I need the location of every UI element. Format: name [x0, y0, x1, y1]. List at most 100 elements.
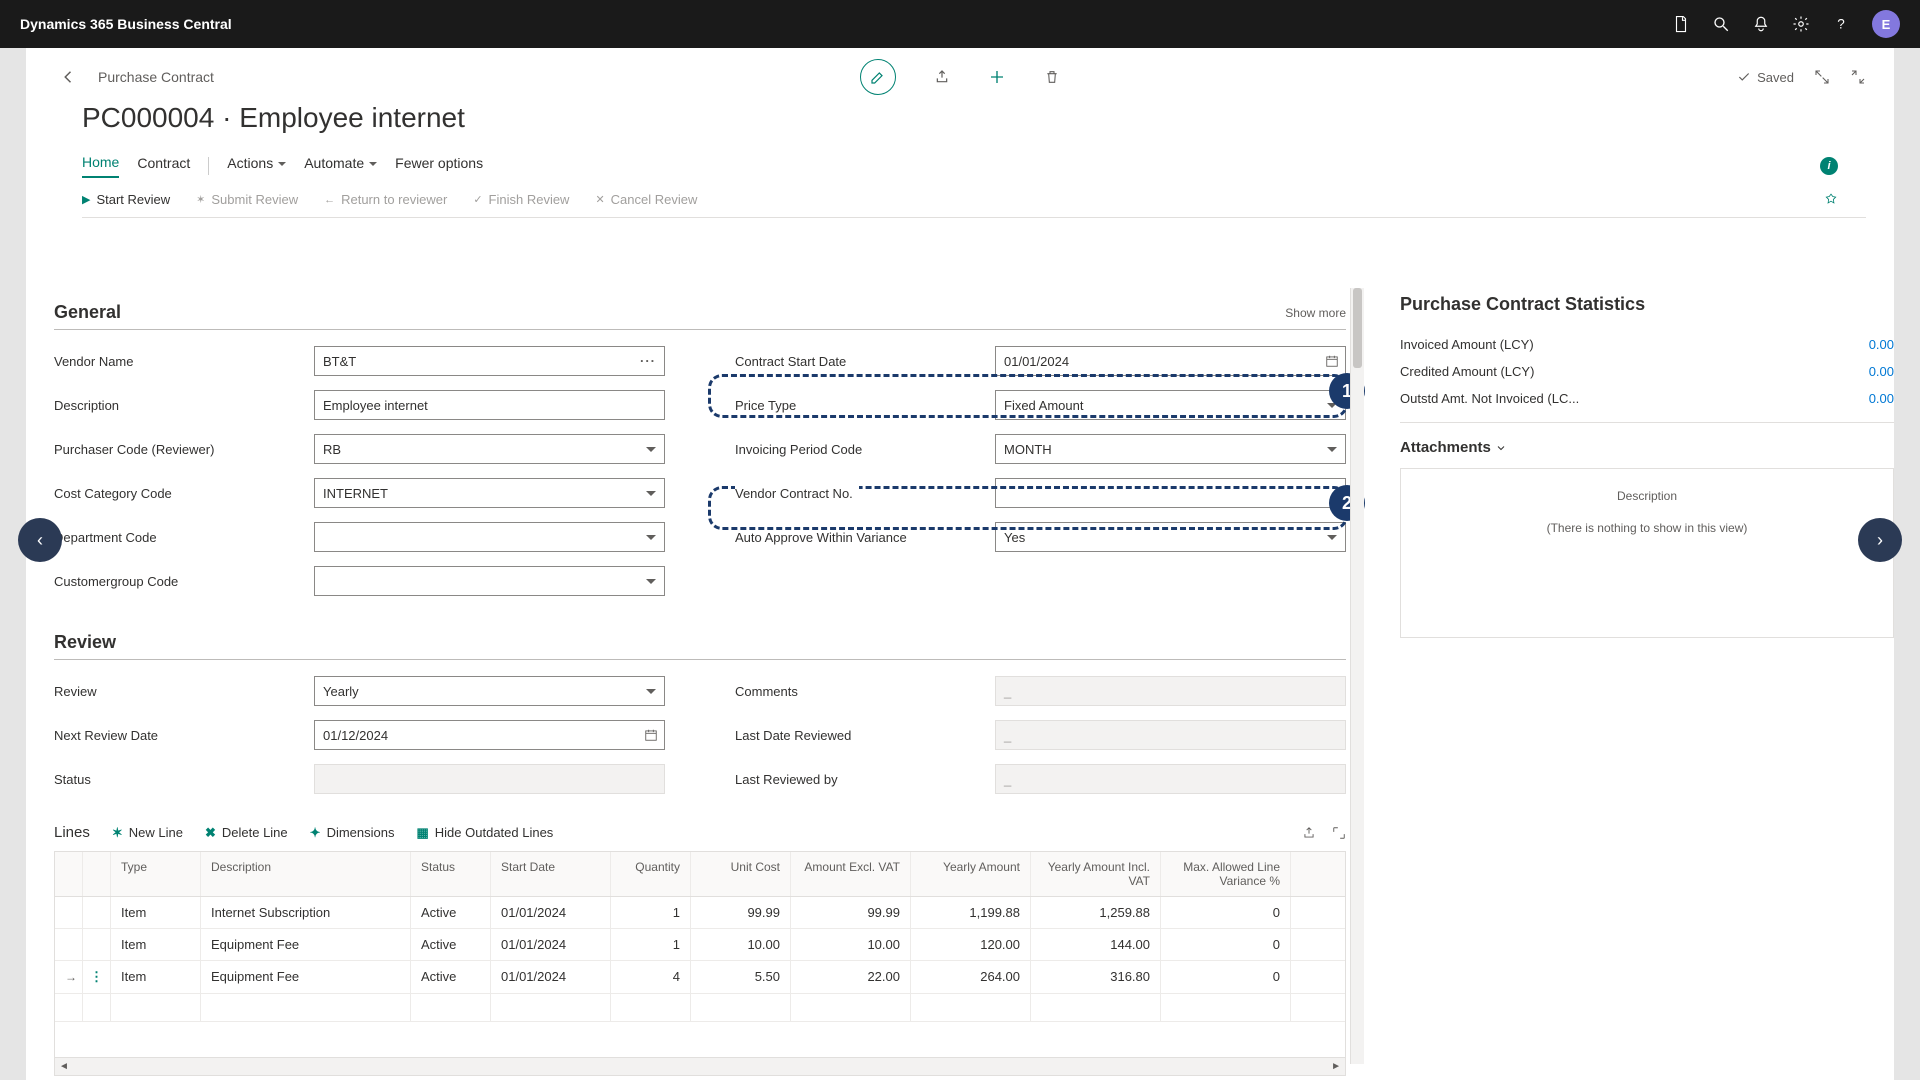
comments-label: Comments [735, 684, 804, 699]
product-name: Dynamics 365 Business Central [20, 16, 232, 32]
section-review-title: Review [54, 632, 116, 653]
edit-button[interactable] [860, 59, 896, 95]
tab-automate[interactable]: Automate [304, 155, 377, 177]
hide-outdated-button[interactable]: ▦Hide Outdated Lines [416, 825, 553, 841]
saved-indicator: Saved [1737, 70, 1794, 85]
contract-start-date-label: Contract Start Date [735, 354, 852, 369]
invoiced-amount-label: Invoiced Amount (LCY) [1400, 337, 1534, 352]
new-line-button[interactable]: ✶New Line [112, 825, 183, 841]
col-yearly-amount[interactable]: Yearly Amount [911, 852, 1031, 896]
tab-contract[interactable]: Contract [137, 155, 190, 177]
invoicing-period-select[interactable]: MONTH [995, 434, 1346, 464]
vendor-name-label: Vendor Name [54, 354, 140, 369]
show-more-link[interactable]: Show more [1285, 306, 1346, 320]
attachments-title[interactable]: Attachments [1400, 439, 1894, 456]
col-type[interactable]: Type [111, 852, 201, 896]
cancel-review-button: ✕Cancel Review [595, 192, 697, 207]
col-description[interactable]: Description [201, 852, 411, 896]
auto-approve-label: Auto Approve Within Variance [735, 530, 913, 545]
doc-icon[interactable] [1672, 15, 1690, 33]
review-frequency-label: Review [54, 684, 103, 699]
section-lines-title: Lines [54, 824, 90, 841]
status-field [314, 764, 665, 794]
vendor-name-input[interactable]: BT&T··· [314, 346, 665, 376]
lines-expand-icon[interactable] [1332, 826, 1346, 840]
customergroup-code-label: Customergroup Code [54, 574, 184, 589]
customergroup-code-select[interactable] [314, 566, 665, 596]
last-date-reviewed-field: _ [995, 720, 1346, 750]
pin-icon[interactable] [1824, 193, 1838, 207]
finish-review-button: ✓Finish Review [473, 192, 569, 207]
price-type-select[interactable]: Fixed Amount [995, 390, 1346, 420]
avatar[interactable]: E [1872, 10, 1900, 38]
vertical-scrollbar[interactable] [1350, 288, 1364, 1064]
attachments-empty: (There is nothing to show in this view) [1415, 521, 1879, 535]
return-reviewer-button: ←Return to reviewer [324, 192, 447, 207]
last-reviewed-by-field: _ [995, 764, 1346, 794]
lines-share-icon[interactable] [1302, 826, 1316, 840]
outstd-amount-value[interactable]: 0.00 [1869, 391, 1894, 406]
tab-actions[interactable]: Actions [227, 155, 286, 177]
back-button[interactable] [52, 60, 86, 94]
description-label: Description [54, 398, 125, 413]
col-amount-excl-vat[interactable]: Amount Excl. VAT [791, 852, 911, 896]
last-date-reviewed-label: Last Date Reviewed [735, 728, 857, 743]
delete-button[interactable] [1044, 69, 1060, 85]
next-review-date-label: Next Review Date [54, 728, 164, 743]
credited-amount-value[interactable]: 0.00 [1869, 364, 1894, 379]
col-yearly-incl-vat[interactable]: Yearly Amount Incl. VAT [1031, 852, 1161, 896]
purchaser-code-label: Purchaser Code (Reviewer) [54, 442, 220, 457]
purchaser-code-select[interactable]: RB [314, 434, 665, 464]
tab-home[interactable]: Home [82, 154, 119, 178]
last-reviewed-by-label: Last Reviewed by [735, 772, 844, 787]
gear-icon[interactable] [1792, 15, 1810, 33]
next-review-date-input[interactable]: 01/12/2024 [314, 720, 665, 750]
price-type-label: Price Type [735, 398, 802, 413]
table-row[interactable]: ItemEquipment FeeActive01/01/2024110.001… [55, 929, 1345, 961]
grid-horizontal-scrollbar[interactable]: ◄► [55, 1057, 1345, 1075]
row-menu-icon[interactable]: ⋮ [90, 969, 103, 985]
info-badge[interactable]: i [1820, 157, 1838, 175]
collapse-icon[interactable] [1850, 69, 1866, 85]
cost-category-label: Cost Category Code [54, 486, 178, 501]
col-max-variance[interactable]: Max. Allowed Line Variance % [1161, 852, 1291, 896]
share-button[interactable] [934, 69, 950, 85]
search-icon[interactable] [1712, 15, 1730, 33]
vendor-contract-no-label: Vendor Contract No. [735, 486, 859, 501]
table-row[interactable]: ItemInternet SubscriptionActive01/01/202… [55, 897, 1345, 929]
stats-title: Purchase Contract Statistics [1400, 294, 1894, 315]
credited-amount-label: Credited Amount (LCY) [1400, 364, 1534, 379]
section-general-title: General [54, 302, 121, 323]
col-quantity[interactable]: Quantity [611, 852, 691, 896]
new-button[interactable] [988, 68, 1006, 86]
dimensions-button[interactable]: ✦Dimensions [310, 825, 395, 841]
attachments-box: Description (There is nothing to show in… [1400, 468, 1894, 638]
start-review-button[interactable]: ▶Start Review [82, 192, 170, 207]
prev-record-button[interactable]: ‹ [18, 518, 62, 562]
contract-start-date-input[interactable]: 01/01/2024 [995, 346, 1346, 376]
delete-line-button[interactable]: ✖Delete Line [205, 825, 288, 841]
bell-icon[interactable] [1752, 15, 1770, 33]
invoiced-amount-value[interactable]: 0.00 [1869, 337, 1894, 352]
description-input[interactable]: Employee internet [314, 390, 665, 420]
department-code-select[interactable] [314, 522, 665, 552]
submit-review-button: ✶Submit Review [196, 192, 298, 207]
col-unit-cost[interactable]: Unit Cost [691, 852, 791, 896]
tab-fewer-options[interactable]: Fewer options [395, 155, 483, 177]
review-frequency-select[interactable]: Yearly [314, 676, 665, 706]
popout-icon[interactable] [1814, 69, 1830, 85]
cost-category-select[interactable]: INTERNET [314, 478, 665, 508]
outstd-amount-label: Outstd Amt. Not Invoiced (LC... [1400, 391, 1579, 406]
vendor-contract-no-input[interactable] [995, 478, 1346, 508]
col-status[interactable]: Status [411, 852, 491, 896]
page-title: PC000004 · Employee internet [82, 102, 1866, 134]
department-code-label: Department Code [54, 530, 163, 545]
invoicing-period-label: Invoicing Period Code [735, 442, 868, 457]
table-row[interactable]: ⋮ItemEquipment FeeActive01/01/202445.502… [55, 961, 1345, 994]
auto-approve-select[interactable]: Yes [995, 522, 1346, 552]
next-record-button[interactable]: › [1858, 518, 1902, 562]
help-icon[interactable]: ? [1832, 15, 1850, 33]
attachments-col-header: Description [1415, 483, 1879, 521]
breadcrumb: Purchase Contract [98, 69, 214, 85]
col-start-date[interactable]: Start Date [491, 852, 611, 896]
